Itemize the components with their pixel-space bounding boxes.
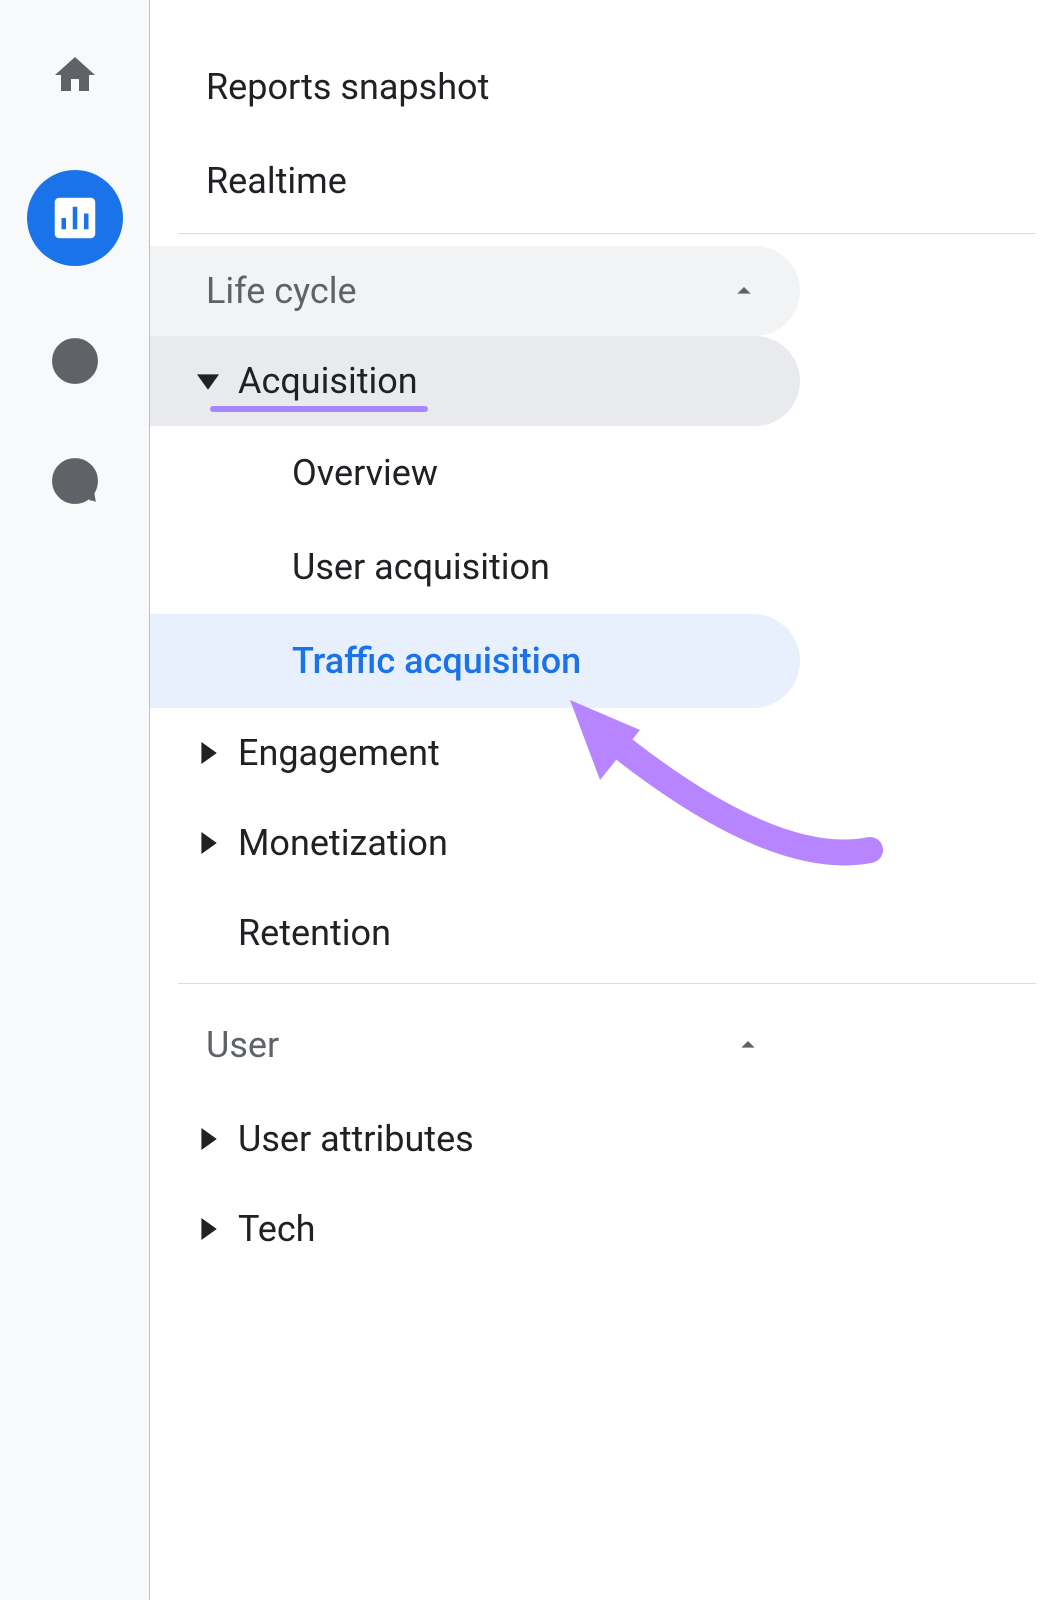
nav-item-label: Realtime (206, 160, 347, 202)
chevron-up-icon (728, 275, 760, 307)
advertising-icon[interactable] (50, 456, 100, 506)
sub-item-tech[interactable]: Tech (150, 1184, 1064, 1274)
divider (178, 233, 1036, 234)
sub-sub-item-user-acquisition[interactable]: User acquisition (150, 520, 1064, 614)
chevron-up-icon (732, 1029, 764, 1061)
explore-icon[interactable] (50, 336, 100, 386)
sub-sub-item-label: Overview (292, 452, 438, 494)
sub-item-label: Monetization (238, 822, 448, 864)
section-header-life-cycle[interactable]: Life cycle (150, 246, 800, 336)
sub-item-user-attributes[interactable]: User attributes (150, 1094, 1064, 1184)
sub-item-monetization[interactable]: Monetization (150, 798, 1064, 888)
sub-sub-item-label: User acquisition (292, 546, 550, 588)
sub-item-label: Acquisition (238, 360, 418, 402)
sub-sub-item-traffic-acquisition[interactable]: Traffic acquisition (150, 614, 800, 708)
divider (178, 983, 1036, 984)
section-title: User (206, 1024, 279, 1066)
sub-item-label: Tech (238, 1208, 316, 1250)
sub-item-label: Retention (238, 912, 391, 954)
section-header-user[interactable]: User (150, 996, 764, 1094)
caret-right-icon (178, 1218, 238, 1240)
sub-item-acquisition[interactable]: Acquisition (150, 336, 800, 426)
sub-item-engagement[interactable]: Engagement (150, 708, 1064, 798)
caret-down-icon (178, 370, 238, 392)
nav-item-label: Reports snapshot (206, 66, 489, 108)
section-title: Life cycle (206, 270, 357, 312)
sub-item-label: User attributes (238, 1118, 474, 1160)
icon-rail (0, 0, 150, 1600)
sub-item-retention[interactable]: Retention (150, 888, 1064, 978)
nav-item-realtime[interactable]: Realtime (150, 134, 1064, 228)
sub-sub-item-overview[interactable]: Overview (150, 426, 1064, 520)
caret-right-icon (178, 1128, 238, 1150)
caret-right-icon (178, 742, 238, 764)
caret-right-icon (178, 832, 238, 854)
nav-item-reports-snapshot[interactable]: Reports snapshot (150, 40, 1064, 134)
sub-sub-item-label: Traffic acquisition (292, 640, 581, 682)
sub-item-label: Engagement (238, 732, 440, 774)
reports-icon[interactable] (27, 170, 123, 266)
home-icon[interactable] (50, 50, 100, 100)
nav-panel: Reports snapshot Realtime Life cycle Acq… (150, 0, 1064, 1600)
